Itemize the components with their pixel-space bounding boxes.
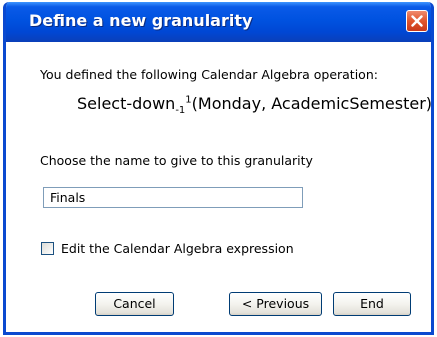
close-x-icon — [411, 15, 423, 27]
previous-button[interactable]: < Previous — [229, 292, 322, 316]
edit-expression-label[interactable]: Edit the Calendar Algebra expression — [61, 241, 294, 256]
dialog-title: Define a new granularity — [29, 11, 253, 30]
operation-expression: Select-down-11(Monday, AcademicSemester) — [77, 94, 433, 117]
title-bar[interactable]: Define a new granularity — [6, 2, 431, 42]
dialog-body: You defined the following Calendar Algeb… — [6, 42, 433, 332]
edit-expression-checkbox[interactable] — [41, 242, 54, 255]
end-button[interactable]: End — [333, 292, 411, 316]
operation-intro-label: You defined the following Calendar Algeb… — [40, 67, 378, 82]
operation-name: Select-down — [77, 94, 176, 113]
granularity-name-label: Choose the name to give to this granular… — [40, 153, 313, 168]
cancel-button[interactable]: Cancel — [95, 292, 174, 316]
dialog-window: Define a new granularity You defined the… — [3, 2, 434, 335]
granularity-name-input[interactable] — [43, 187, 303, 208]
operation-subscript: -1 — [175, 105, 186, 117]
operation-arguments: (Monday, AcademicSemester) — [191, 94, 433, 113]
close-button[interactable] — [406, 10, 428, 32]
